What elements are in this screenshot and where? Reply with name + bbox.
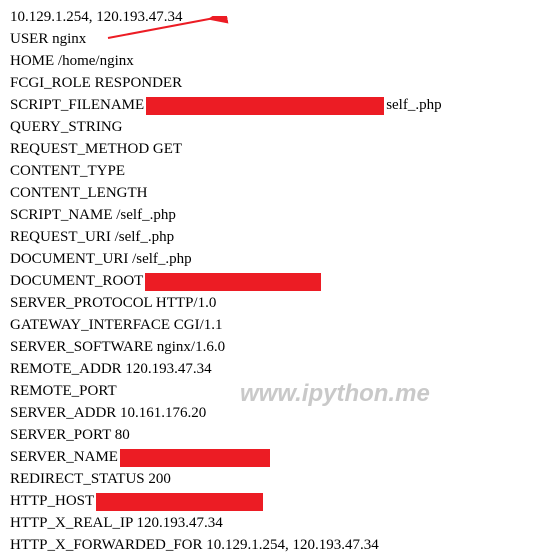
env-text: CONTENT_LENGTH — [10, 185, 147, 201]
env-text: CONTENT_TYPE — [10, 163, 125, 179]
env-line: REMOTE_PORT — [10, 380, 540, 402]
env-text: GATEWAY_INTERFACE CGI/1.1 — [10, 317, 223, 333]
env-key: HTTP_HOST — [10, 493, 94, 509]
env-line: REQUEST_METHOD GET — [10, 138, 540, 160]
env-text: USER nginx — [10, 31, 86, 47]
env-text: FCGI_ROLE RESPONDER — [10, 75, 182, 91]
env-line: CONTENT_TYPE — [10, 160, 540, 182]
env-text: DOCUMENT_URI /self_.php — [10, 251, 192, 267]
env-text: HOME /home/nginx — [10, 53, 134, 69]
redacted-block — [145, 273, 321, 291]
env-text: SERVER_SOFTWARE nginx/1.6.0 — [10, 339, 225, 355]
env-text: SERVER_PROTOCOL HTTP/1.0 — [10, 295, 216, 311]
env-line: 10.129.1.254, 120.193.47.34 — [10, 6, 540, 28]
env-line: SERVER_NAME — [10, 446, 540, 468]
redacted-block — [120, 449, 270, 467]
env-line: SERVER_ADDR 10.161.176.20 — [10, 402, 540, 424]
env-line: DOCUMENT_URI /self_.php — [10, 248, 540, 270]
env-text: REQUEST_URI /self_.php — [10, 229, 174, 245]
env-key: DOCUMENT_ROOT — [10, 273, 143, 289]
env-text: REMOTE_ADDR 120.193.47.34 — [10, 361, 212, 377]
redacted-block — [146, 97, 384, 115]
env-line: USER nginx — [10, 28, 540, 50]
redacted-block — [96, 493, 263, 511]
env-text: SCRIPT_NAME /self_.php — [10, 207, 176, 223]
env-text: 10.129.1.254, 120.193.47.34 — [10, 9, 183, 25]
env-line: GATEWAY_INTERFACE CGI/1.1 — [10, 314, 540, 336]
env-line: HTTP_X_REAL_IP 120.193.47.34 — [10, 512, 540, 534]
env-text: HTTP_X_FORWARDED_FOR 10.129.1.254, 120.1… — [10, 537, 379, 553]
env-line: SERVER_SOFTWARE nginx/1.6.0 — [10, 336, 540, 358]
env-text: SERVER_ADDR 10.161.176.20 — [10, 405, 206, 421]
env-key: SERVER_NAME — [10, 449, 118, 465]
env-text: QUERY_STRING — [10, 119, 123, 135]
env-text: REDIRECT_STATUS 200 — [10, 471, 171, 487]
env-text: SERVER_PORT 80 — [10, 427, 130, 443]
env-line: DOCUMENT_ROOT — [10, 270, 540, 292]
env-line: QUERY_STRING — [10, 116, 540, 138]
env-text: REMOTE_PORT — [10, 383, 117, 399]
env-value-suffix: self_.php — [386, 97, 441, 113]
env-line: HTTP_X_FORWARDED_FOR 10.129.1.254, 120.1… — [10, 534, 540, 556]
env-text: HTTP_X_REAL_IP 120.193.47.34 — [10, 515, 223, 531]
env-key: SCRIPT_FILENAME — [10, 97, 144, 113]
env-line: SERVER_PORT 80 — [10, 424, 540, 446]
env-line: REMOTE_ADDR 120.193.47.34 — [10, 358, 540, 380]
env-text: REQUEST_METHOD GET — [10, 141, 182, 157]
env-line: REDIRECT_STATUS 200 — [10, 468, 540, 490]
env-line: REQUEST_URI /self_.php — [10, 226, 540, 248]
env-line: SERVER_PROTOCOL HTTP/1.0 — [10, 292, 540, 314]
env-line: SCRIPT_NAME /self_.php — [10, 204, 540, 226]
env-line: SCRIPT_FILENAME self_.php — [10, 94, 540, 116]
env-line: FCGI_ROLE RESPONDER — [10, 72, 540, 94]
env-line: CONTENT_LENGTH — [10, 182, 540, 204]
env-line: HOME /home/nginx — [10, 50, 540, 72]
